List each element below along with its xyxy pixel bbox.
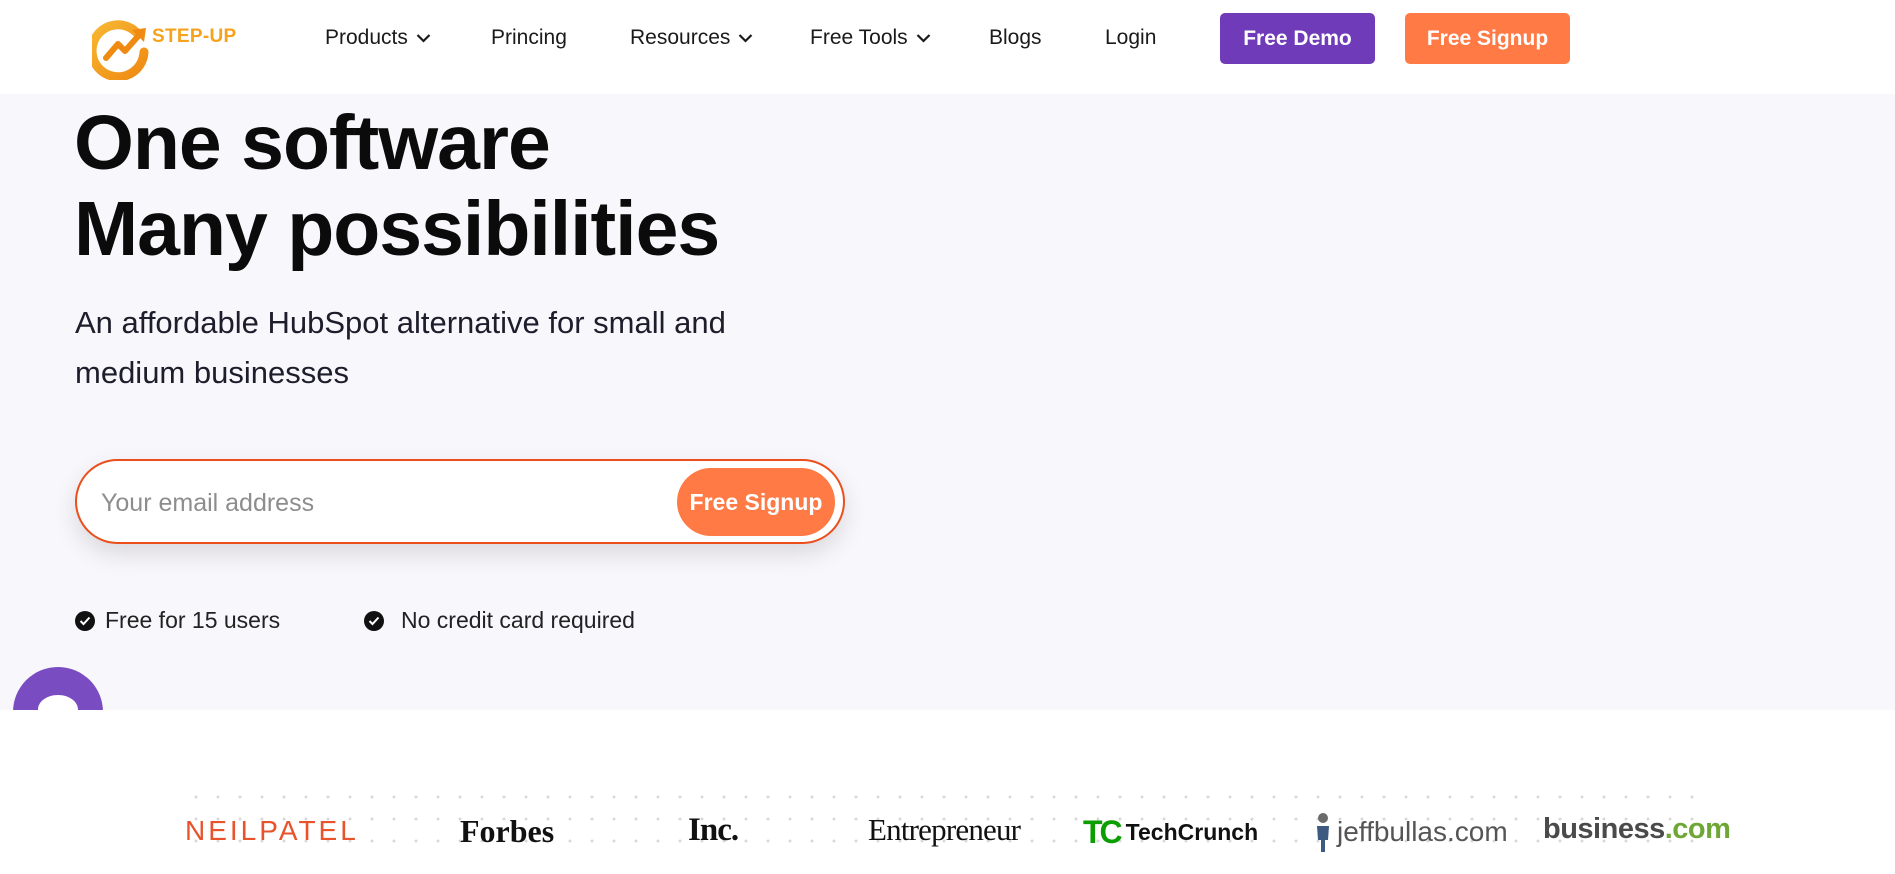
nav-blogs-label: Blogs: [989, 26, 1042, 49]
hero-headline: One software Many possibilities: [74, 100, 720, 272]
techcrunch-logo: TC TechCrunch: [1083, 814, 1258, 851]
brand-name: STEP-UP: [152, 26, 237, 47]
free-demo-button[interactable]: Free Demo: [1220, 13, 1375, 64]
inc-logo: Inc.: [688, 812, 739, 848]
nav-pricing[interactable]: Princing: [491, 26, 567, 50]
benefit-label: No credit card required: [401, 607, 635, 633]
business-wordmark: business: [1543, 813, 1665, 845]
techcrunch-mark: TC: [1083, 814, 1123, 850]
benefit-label: Free for 15 users: [105, 607, 281, 633]
check-circle-icon: [75, 610, 95, 631]
hero-subheading: An affordable HubSpot alternative for sm…: [75, 305, 726, 390]
techcrunch-wordmark: TechCrunch: [1125, 819, 1259, 845]
chevron-down-icon: [739, 34, 753, 43]
forbes-logo: Forbes: [460, 813, 555, 849]
chevron-down-icon: [916, 34, 930, 43]
nav-blogs[interactable]: Blogs: [989, 26, 1042, 50]
nav-products-label: Products: [325, 26, 408, 49]
check-circle-icon: [364, 610, 384, 631]
nav-resources-label: Resources: [630, 26, 731, 49]
neilpatel-logo: NEILPATEL: [185, 815, 359, 846]
nav-resources[interactable]: Resources: [630, 26, 753, 50]
entrepreneur-logo: Entrepreneur: [868, 812, 1021, 847]
nav-products[interactable]: Products: [325, 26, 431, 50]
email-input[interactable]: [101, 481, 681, 525]
person-silhouette-icon: [1317, 813, 1329, 852]
hero-section: One software Many possibilities An affor…: [0, 94, 1895, 710]
chevron-down-icon: [416, 34, 431, 43]
jeffbullas-logo: jeffbullas.com: [1315, 812, 1508, 852]
step-up-logo-icon: [92, 20, 149, 80]
jeffbullas-wordmark: jeffbullas.com: [1337, 816, 1508, 847]
business-com-logo: business.com: [1543, 813, 1731, 846]
nav-free-tools-label: Free Tools: [810, 26, 908, 49]
headline-line-2: Many possibilities: [74, 186, 720, 272]
email-signup-form: Free Signup: [75, 459, 845, 544]
benefit-no-credit-card: No credit card required: [364, 607, 635, 634]
nav-login[interactable]: Login: [1105, 26, 1156, 50]
nav-login-label: Login: [1105, 26, 1157, 49]
benefit-free-users: Free for 15 users: [75, 607, 280, 634]
nav-free-tools[interactable]: Free Tools: [810, 26, 931, 50]
free-signup-button-form[interactable]: Free Signup: [677, 468, 835, 536]
nav-pricing-label: Princing: [491, 26, 567, 49]
headline-line-1: One software: [74, 100, 551, 186]
brand-logo[interactable]: STEP-UP: [92, 18, 252, 80]
site-header: STEP-UP Products Princing Resources Free…: [0, 0, 1895, 94]
free-signup-button-header[interactable]: Free Signup: [1405, 13, 1570, 64]
business-dotcom: .com: [1664, 813, 1731, 845]
